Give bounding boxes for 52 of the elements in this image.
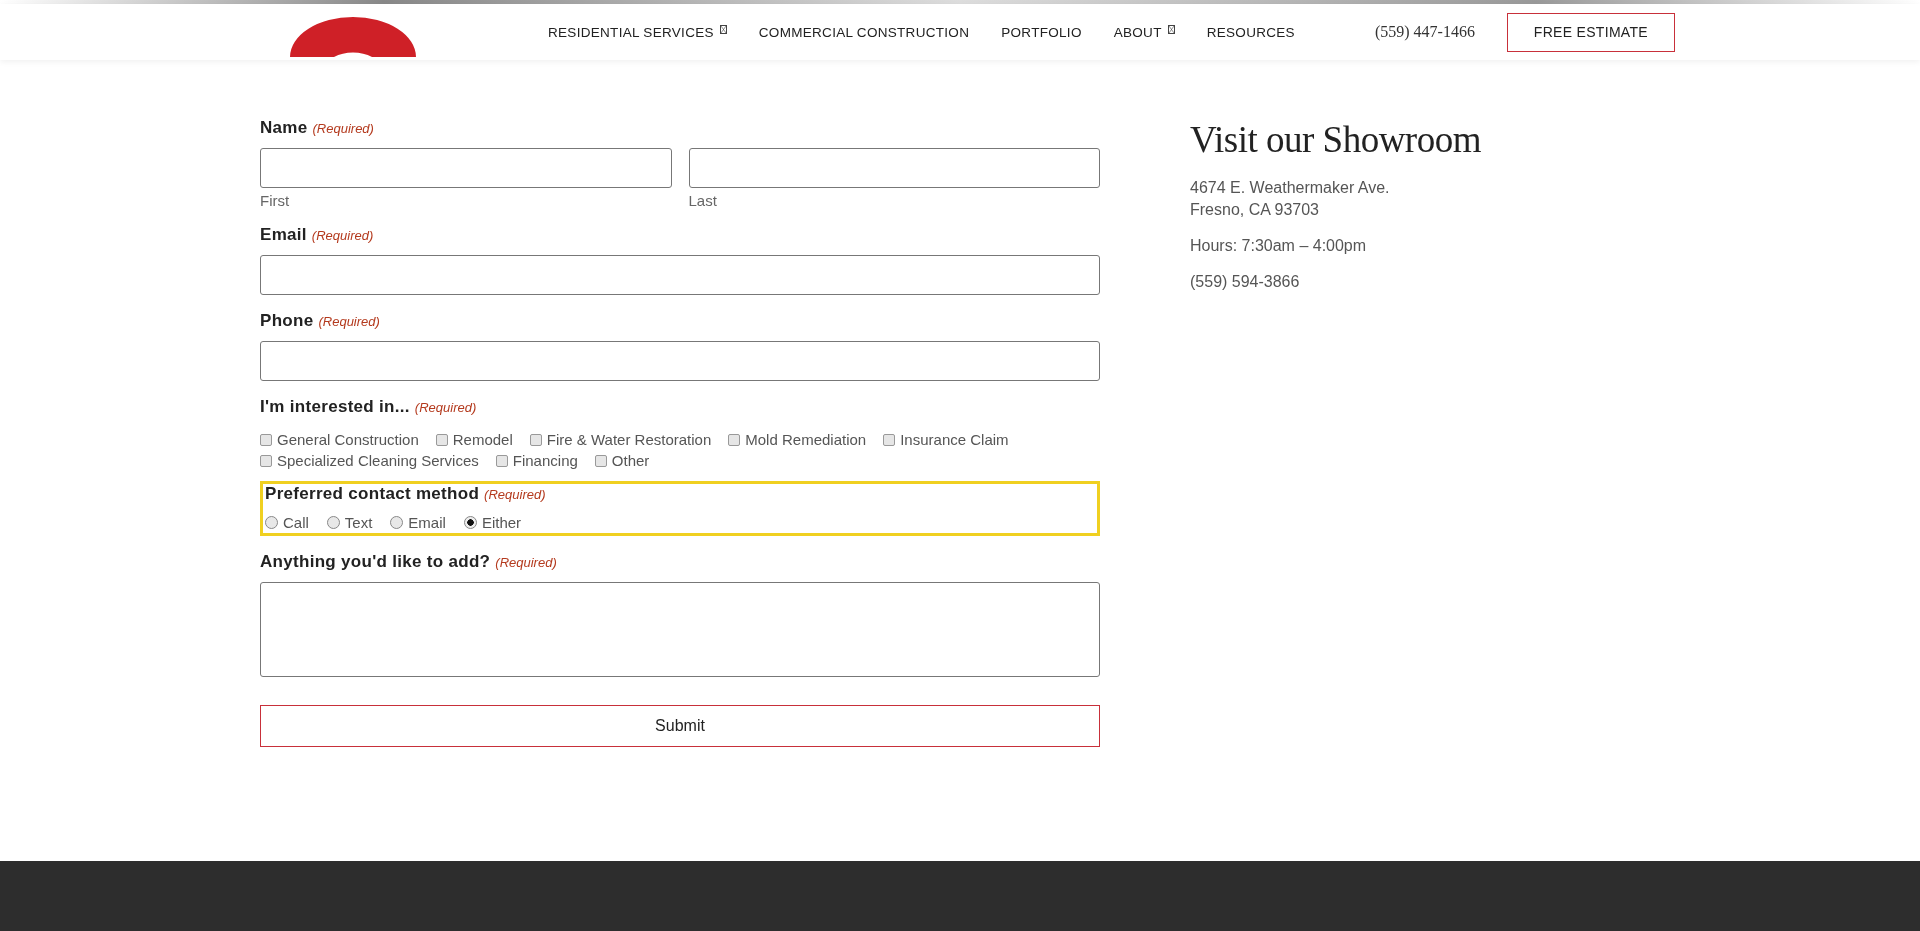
checkbox-option[interactable]: Other	[594, 452, 650, 469]
nav-link[interactable]: COMMERCIAL CONSTRUCTION	[758, 24, 970, 40]
nav-link[interactable]: ABOUT	[1113, 24, 1175, 40]
hours-text: Hours: 7:30am – 4:00pm	[1190, 236, 1368, 256]
nav-link[interactable]: RESOURCES	[1206, 24, 1295, 40]
checkbox-option[interactable]: Specialized Cleaning Services	[260, 452, 479, 469]
phone-link[interactable]: (559) 447-1466	[1374, 23, 1475, 41]
sub-label: First	[260, 192, 291, 209]
checkbox-option[interactable]: Remodel	[435, 431, 513, 448]
text-input[interactable]	[260, 148, 672, 188]
logo-icon[interactable]	[290, 17, 416, 57]
phone-text: (559) 594-3866	[1190, 272, 1301, 292]
checkbox[interactable]	[495, 454, 508, 467]
field-label: Phone (Required)	[260, 311, 381, 331]
field-label: I'm interested in... (Required)	[260, 397, 478, 417]
checkbox-option[interactable]: Mold Remediation	[728, 431, 867, 448]
checkbox[interactable]	[260, 433, 272, 446]
showroom-title: Visit our Showroom	[1190, 118, 1481, 161]
checkbox-option[interactable]: Financing	[495, 452, 578, 469]
radio-option[interactable]: Email	[390, 514, 446, 531]
glyph-box-icon	[719, 24, 727, 34]
checkbox[interactable]	[529, 433, 542, 446]
checkbox-option[interactable]: Fire & Water Restoration	[529, 431, 712, 448]
glyph-box-icon	[1167, 24, 1175, 34]
checkbox-option[interactable]: Insurance Claim	[883, 431, 1009, 448]
radio-button[interactable]	[463, 516, 477, 529]
radio-option[interactable]: Either	[463, 514, 522, 531]
checkbox[interactable]	[260, 454, 272, 467]
radio-button[interactable]	[326, 516, 340, 529]
sub-label: Last	[688, 192, 718, 209]
text-input[interactable]	[260, 255, 1100, 295]
nav-link[interactable]: RESIDENTIAL SERVICES	[548, 24, 727, 40]
field-label: Name (Required)	[260, 118, 375, 138]
free-estimate-button[interactable]: FREE ESTIMATE	[1506, 12, 1675, 52]
field-label: Preferred contact method (Required)	[265, 484, 547, 504]
radio-button[interactable]	[390, 516, 404, 529]
field-label: Anything you'd like to add? (Required)	[260, 552, 558, 572]
checkbox[interactable]	[728, 433, 741, 446]
text-input[interactable]	[260, 341, 1100, 381]
checkbox[interactable]	[594, 454, 607, 467]
text-input[interactable]	[688, 148, 1100, 188]
radio-option[interactable]: Call	[265, 514, 309, 531]
message-textarea[interactable]	[260, 582, 1100, 677]
checkbox-option[interactable]: General Construction	[260, 431, 419, 448]
nav-link[interactable]: PORTFOLIO	[1001, 24, 1082, 40]
radio-button[interactable]	[265, 516, 278, 529]
checkbox[interactable]	[883, 433, 896, 446]
field-label: Email (Required)	[260, 225, 375, 245]
submit-button[interactable]: Submit	[260, 705, 1100, 747]
radio-option[interactable]: Text	[326, 514, 373, 531]
address-text: 4674 E. Weathermaker Ave. Fresno, CA 93703	[1190, 178, 1391, 220]
checkbox[interactable]	[435, 433, 448, 446]
